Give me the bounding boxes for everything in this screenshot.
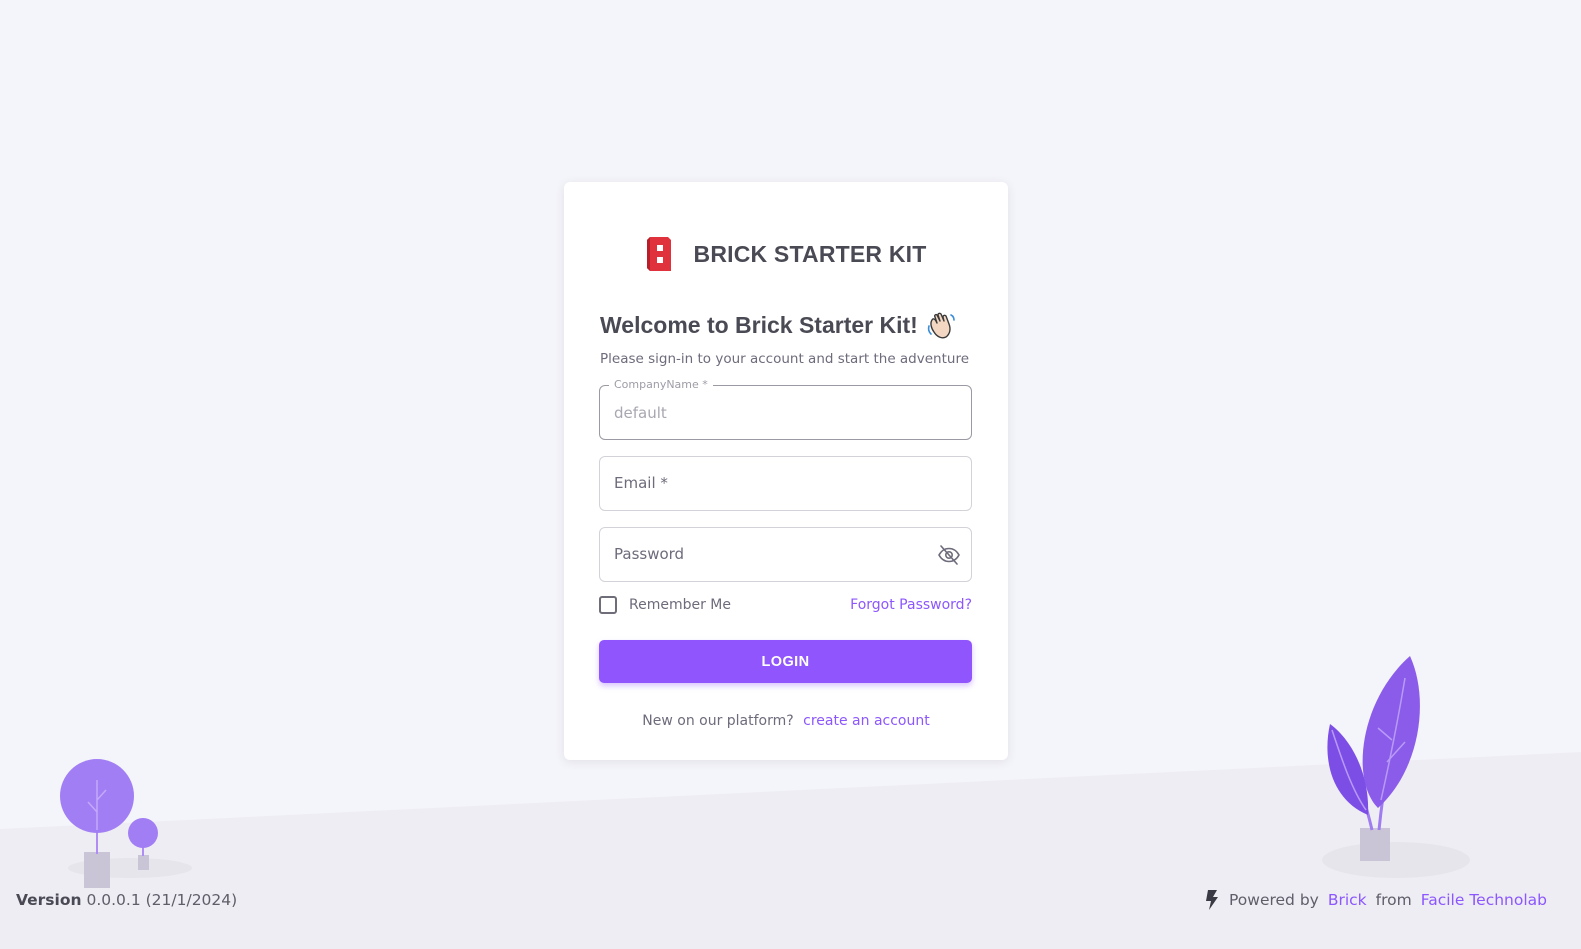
facile-technolab-link[interactable]: Facile Technolab [1421,891,1547,909]
login-button[interactable]: LOGIN [599,640,972,683]
powered-by-footer: Powered by Brick from Facile Technolab [1205,890,1547,910]
welcome-title: Welcome to Brick Starter Kit! [600,311,918,338]
from-text: from [1375,891,1412,909]
forgot-password-link[interactable]: Forgot Password? [850,597,972,613]
signup-row: New on our platform? create an account [564,713,1008,729]
welcome-subtitle: Please sign-in to your account and start… [600,351,970,367]
create-account-link[interactable]: create an account [803,713,930,729]
bolt-icon [1206,890,1218,910]
password-input[interactable] [600,528,971,581]
waving-hand-icon [927,312,955,339]
brick-logo-icon [646,237,671,271]
remember-me-label: Remember Me [629,597,731,613]
signup-text: New on our platform? [642,713,794,729]
plant-illustration-right [1322,656,1470,878]
brick-link[interactable]: Brick [1328,891,1367,909]
company-name-field[interactable]: CompanyName * [599,378,972,440]
email-field[interactable]: Email * [599,456,972,511]
remember-me-checkbox[interactable] [599,596,617,614]
remember-row: Remember Me Forgot Password? [599,595,972,615]
welcome-heading: Welcome to Brick Starter Kit! [600,310,956,340]
tree-illustration-left [60,759,192,888]
version-value: 0.0.0.1 (21/1/2024) [86,891,238,909]
brand-header: BRICK STARTER KIT [564,236,1008,272]
password-visibility-toggle[interactable] [937,543,961,567]
eye-off-icon [938,545,960,565]
brand-name: BRICK STARTER KIT [693,240,927,267]
powered-by-text: Powered by [1229,891,1319,909]
login-card: BRICK STARTER KIT Welcome to Brick Start… [564,182,1008,760]
email-input[interactable] [600,457,971,510]
company-name-input[interactable] [600,386,971,439]
password-field[interactable]: Password [599,527,972,582]
version-label: Version [16,891,82,909]
version-info: Version 0.0.0.1 (21/1/2024) [16,891,237,909]
